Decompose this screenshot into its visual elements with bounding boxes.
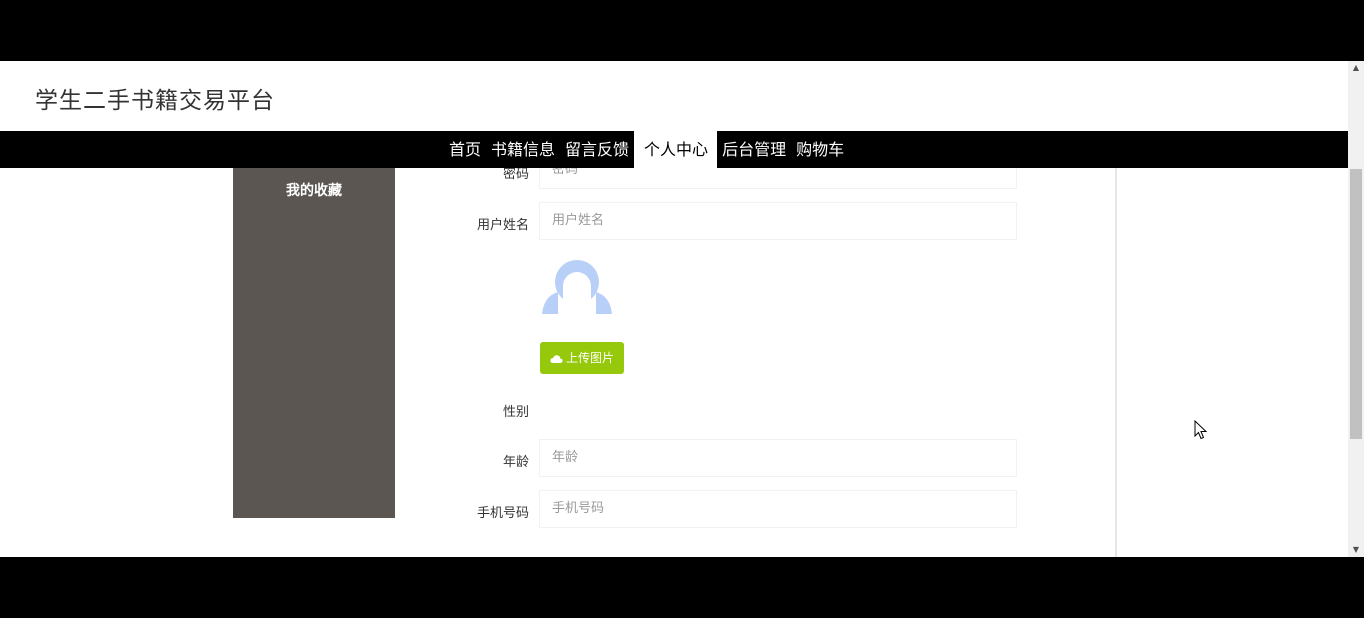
page-scrollbar[interactable]: ▲ ▼ xyxy=(1348,61,1364,557)
username-label: 用户姓名 xyxy=(476,218,529,233)
phone-label: 手机号码 xyxy=(476,506,529,521)
avatar xyxy=(540,258,614,314)
letterbox-top xyxy=(0,0,1364,61)
user-avatar-icon xyxy=(542,260,612,314)
nav-item-personal-center[interactable]: 个人中心 xyxy=(634,131,718,168)
site-title: 学生二手书籍交易平台 xyxy=(35,88,275,114)
gender-label: 性别 xyxy=(502,405,529,420)
age-field[interactable]: 年龄 xyxy=(539,439,1017,477)
browser-viewport: 学生二手书籍交易平台 首页 书籍信息 留言反馈 个人中心 后台管理 购物车 我的… xyxy=(0,61,1348,557)
letterbox-bottom xyxy=(0,557,1364,618)
cloud-upload-icon xyxy=(550,355,563,363)
nav-item-feedback[interactable]: 留言反馈 xyxy=(560,131,634,168)
profile-form: 密码 密码 用户姓名 用户姓名 上传图片 性别 年龄 年龄 手机号码 手机号码 xyxy=(395,168,1117,557)
password-label: 密码 xyxy=(502,168,529,182)
scroll-down-arrow-icon[interactable]: ▼ xyxy=(1348,543,1364,557)
nav-item-cart[interactable]: 购物车 xyxy=(791,131,849,168)
age-label: 年龄 xyxy=(502,455,529,470)
scroll-up-arrow-icon[interactable]: ▲ xyxy=(1348,61,1364,75)
nav-item-home[interactable]: 首页 xyxy=(444,131,486,168)
upload-image-label: 上传图片 xyxy=(565,351,614,365)
username-field[interactable]: 用户姓名 xyxy=(539,202,1017,240)
phone-field[interactable]: 手机号码 xyxy=(539,490,1017,528)
scrollbar-thumb[interactable] xyxy=(1350,169,1362,439)
upload-image-button[interactable]: 上传图片 xyxy=(540,342,624,374)
sidebar: 我的收藏 xyxy=(233,168,395,518)
mouse-cursor-icon xyxy=(1194,420,1208,440)
nav-item-admin[interactable]: 后台管理 xyxy=(717,131,791,168)
nav-item-books[interactable]: 书籍信息 xyxy=(486,131,560,168)
site-header: 学生二手书籍交易平台 xyxy=(0,61,1348,131)
top-nav: 首页 书籍信息 留言反馈 个人中心 后台管理 购物车 xyxy=(0,131,1348,168)
sidebar-item-favorites[interactable]: 我的收藏 xyxy=(233,180,395,200)
password-field[interactable]: 密码 xyxy=(539,168,1017,189)
